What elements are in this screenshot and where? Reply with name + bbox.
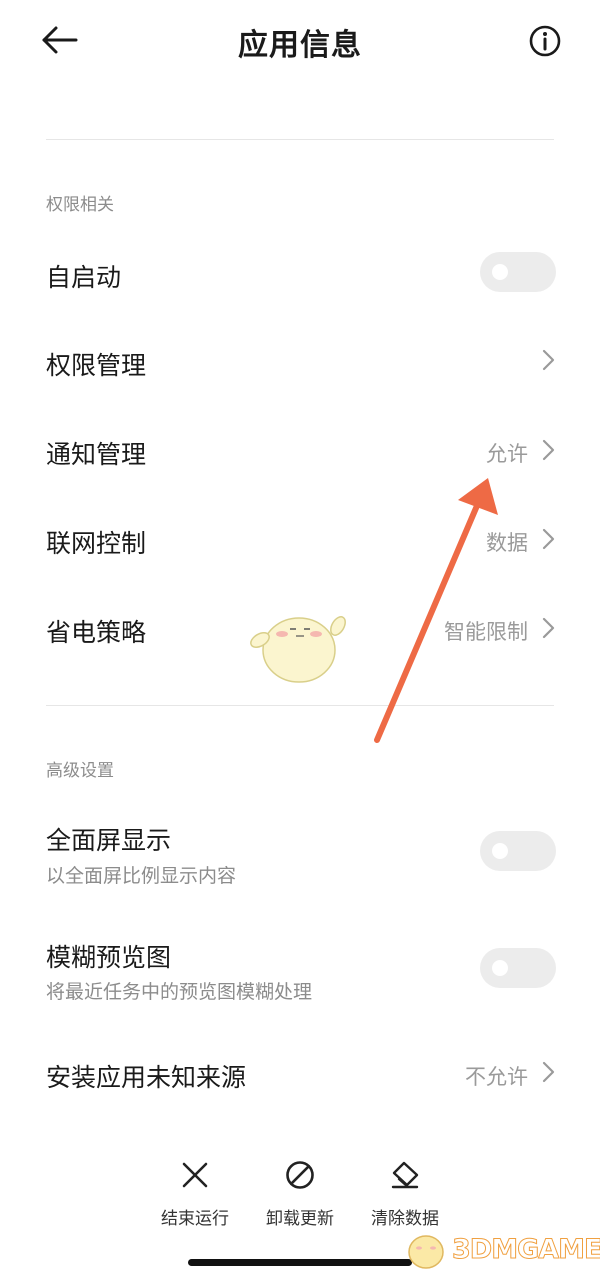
watermark-mascot-icon <box>408 1235 444 1269</box>
mascot-sticker <box>250 616 346 683</box>
watermark: 3DMGAME <box>404 1224 600 1274</box>
watermark-text: 3DMGAME <box>451 1234 600 1266</box>
